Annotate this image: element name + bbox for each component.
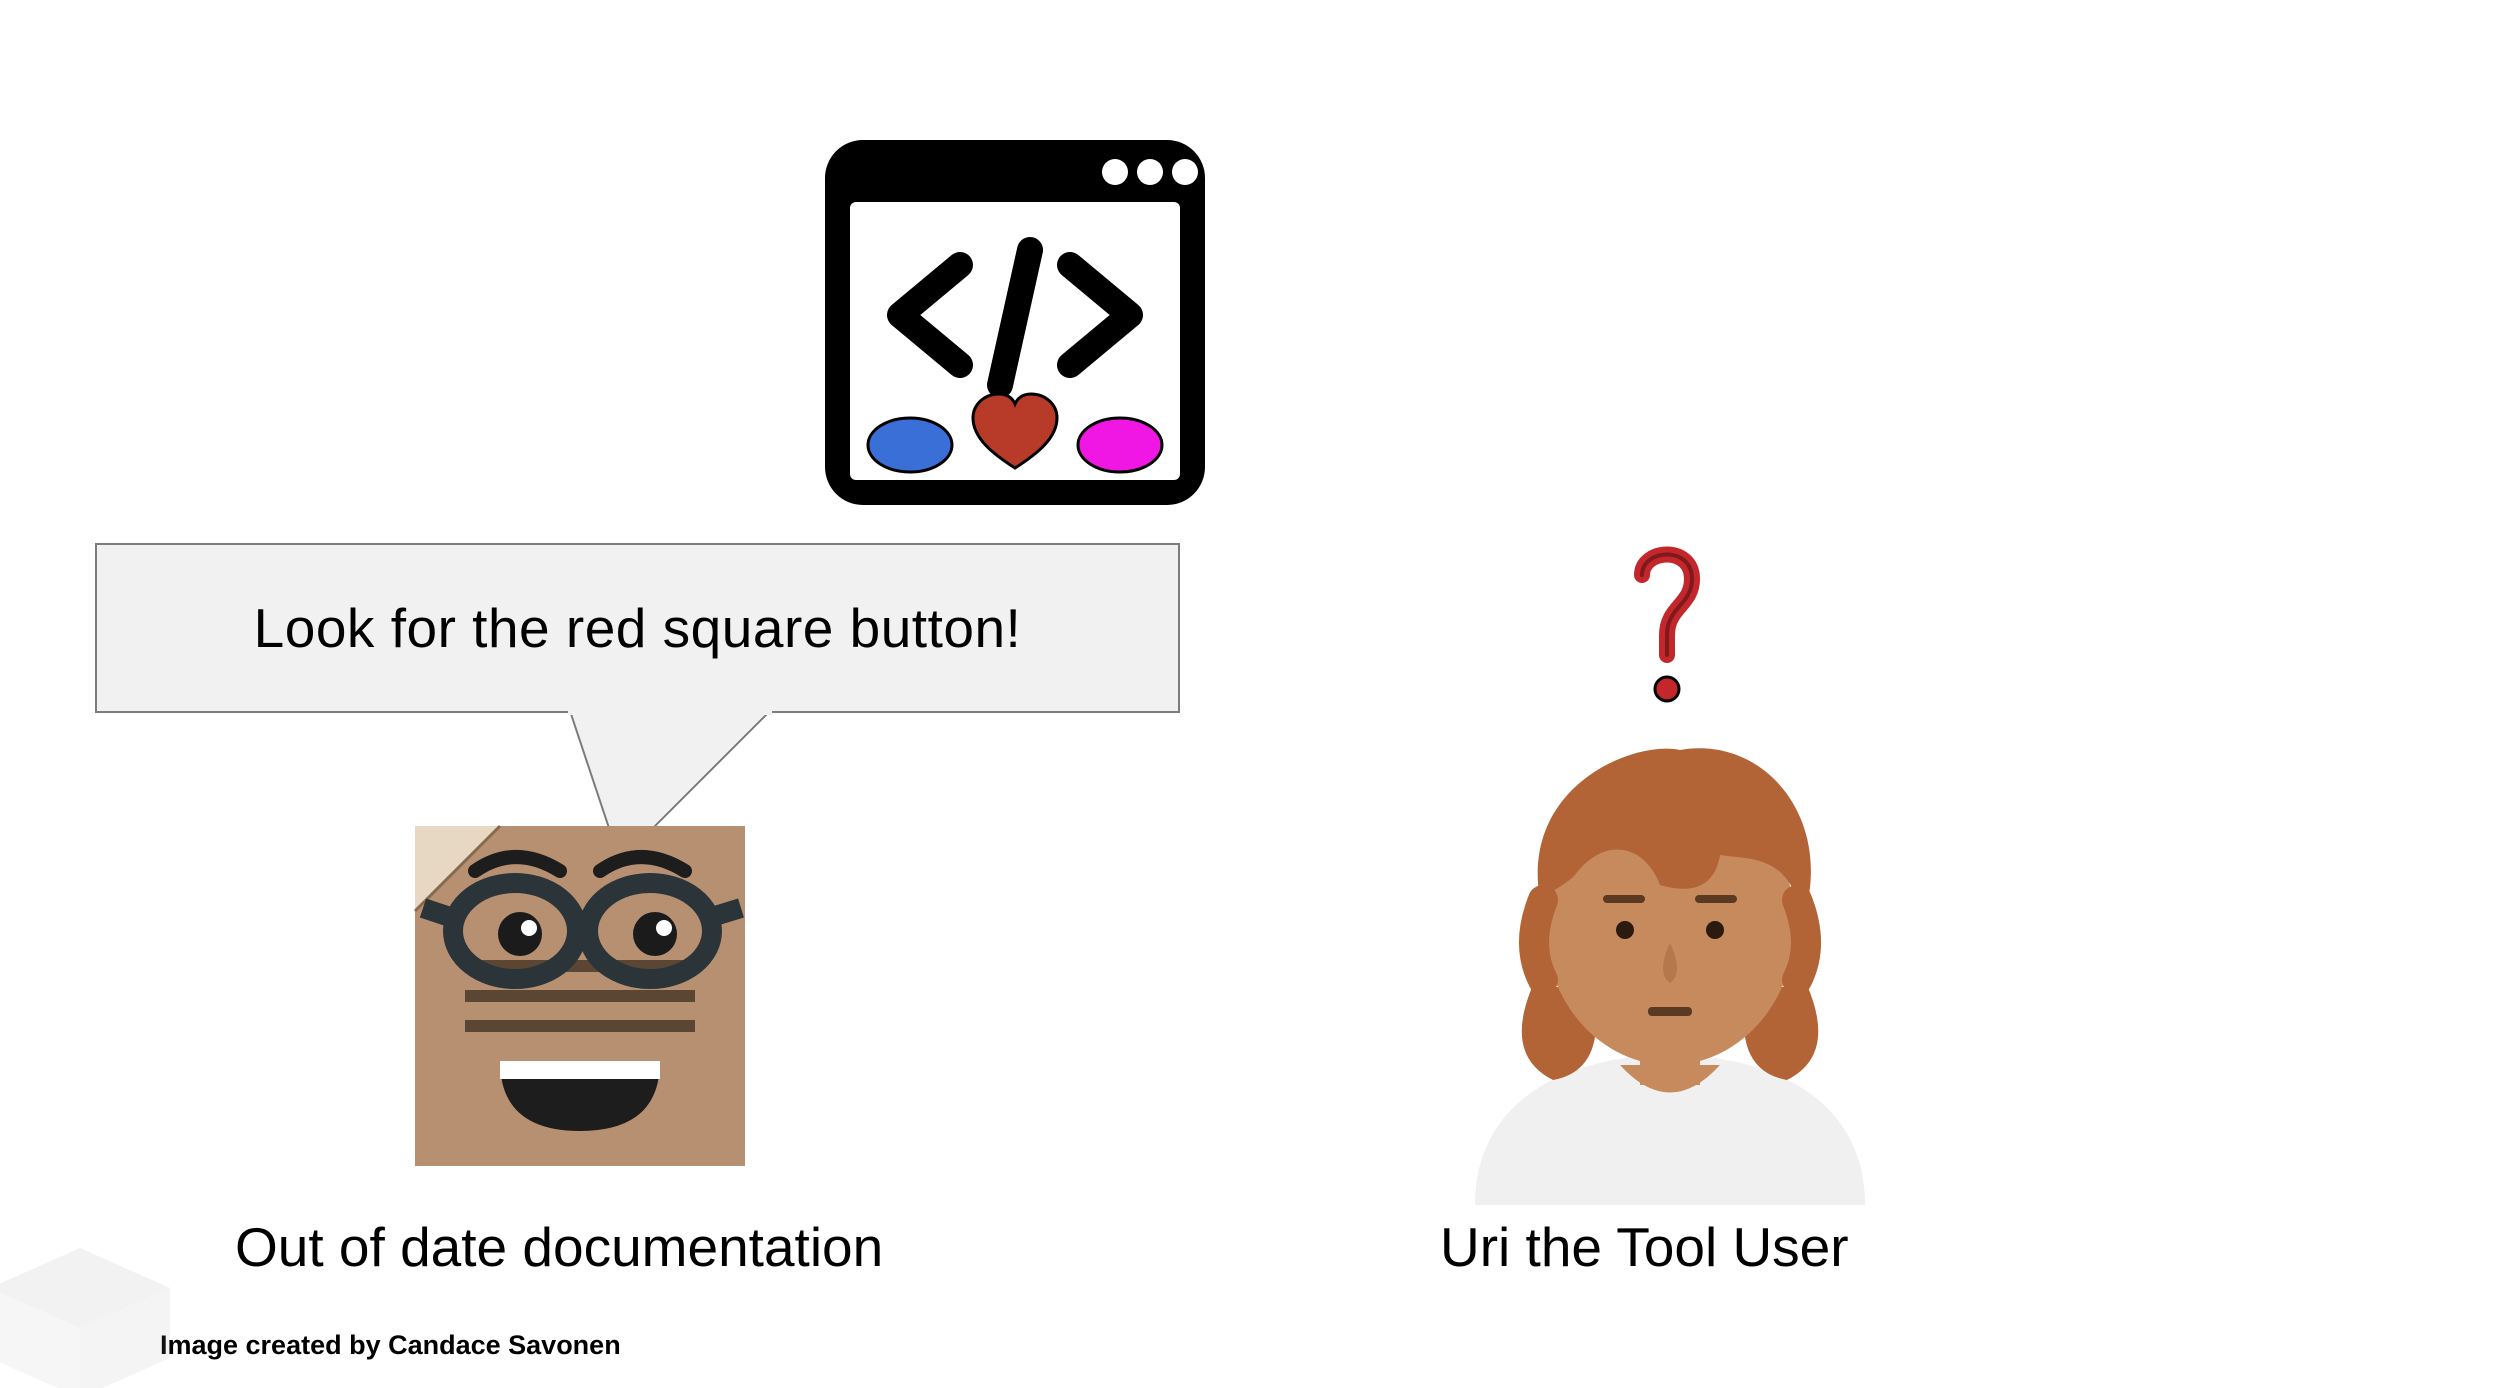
speech-bubble-text: Look for the red square button! — [254, 596, 1022, 660]
image-credit: Image created by Candace Savonen — [160, 1330, 621, 1361]
documentation-caption: Out of date documentation — [235, 1215, 883, 1279]
uri-caption: Uri the Tool User — [1440, 1215, 1849, 1279]
book-icon — [0, 1248, 170, 1388]
document-character-icon — [405, 816, 755, 1176]
speech-bubble: Look for the red square button! — [95, 543, 1180, 713]
question-mark-icon — [1627, 537, 1707, 712]
person-icon — [1455, 725, 1885, 1205]
code-window-icon — [815, 130, 1215, 515]
